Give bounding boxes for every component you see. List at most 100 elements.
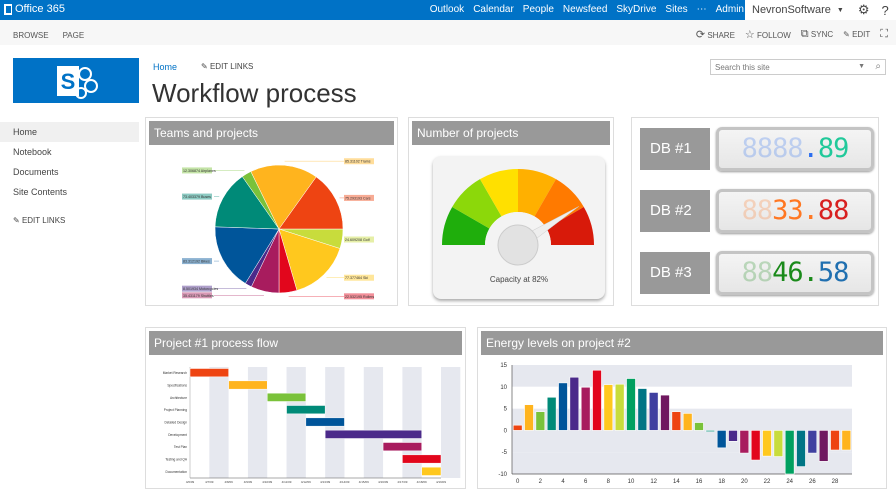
sharepoint-logo-icon: S	[57, 65, 98, 99]
y-tick-label: 15	[500, 363, 507, 369]
bar	[614, 383, 625, 431]
gantt-bar	[228, 380, 268, 390]
edit-button[interactable]: ✎ EDIT	[843, 30, 870, 39]
x-tick-label: 22	[764, 479, 771, 485]
y-tick-label: -5	[502, 450, 508, 456]
pie-label: 75.293193 Cars	[345, 196, 371, 200]
suite-link-2[interactable]: People	[523, 4, 554, 15]
site-logo[interactable]: S	[13, 58, 139, 103]
led-ghost-digits: 88	[741, 257, 774, 288]
nav-documents[interactable]: Documents	[0, 162, 139, 182]
svg-text:S: S	[61, 69, 76, 94]
bar	[818, 430, 829, 462]
ribbon: BROWSE PAGE ⟳ SHARE ☆ FOLLOW ⧉ SYNC ✎ EDI…	[0, 20, 896, 45]
x-tick-label: 4/16/09	[378, 480, 388, 484]
task-label: Testing and QA	[165, 458, 188, 462]
bar	[580, 386, 591, 431]
gantt-bar	[286, 405, 326, 415]
gear-icon[interactable]: ⚙	[858, 2, 870, 18]
bar	[603, 384, 614, 431]
chevron-down-icon: ▼	[836, 6, 844, 14]
pie-label: 85.31102 Trains	[345, 160, 371, 164]
user-menu[interactable]: NevronSoftware ▼ ⚙?	[745, 0, 896, 20]
webpart-process-flow: Project #1 process flow 4/6/09 4/7/09 4/8/…	[145, 327, 466, 489]
suite-link-5[interactable]: Sites	[665, 4, 687, 15]
focus-icon[interactable]: ⛶	[880, 28, 888, 41]
bar	[660, 394, 670, 431]
suite-link-1[interactable]: Calendar	[473, 4, 514, 15]
bar	[739, 430, 750, 454]
suite-link-0[interactable]: Outlook	[430, 4, 464, 15]
pencil-icon: ✎	[843, 30, 850, 39]
sync-button[interactable]: ⧉ SYNC	[801, 28, 833, 41]
sync-icon: ⧉	[800, 28, 809, 40]
pie-label: 35.431179 Shuttles	[183, 294, 214, 298]
pie-label: 8.501934 Motorcycles	[183, 287, 218, 291]
bar-chart: 151050-5-100 2 4 6 8 10 12 14 16 18 20 22 24 26 28	[498, 363, 852, 485]
gantt-bar	[266, 392, 307, 402]
share-icon: ⟳	[695, 29, 706, 41]
x-tick-label: 4/7/09	[205, 480, 214, 484]
bar	[750, 430, 761, 461]
bar	[524, 404, 534, 431]
help-icon[interactable]: ?	[881, 3, 888, 18]
nav-edit-links[interactable]: ✎ EDIT LINKS	[0, 211, 139, 231]
bar	[535, 411, 546, 431]
task-label: Documentation	[166, 470, 188, 474]
x-tick-label: 4/17/09	[397, 480, 407, 484]
search-input[interactable]: Search this site ▼ ⌕	[710, 59, 886, 75]
bar	[626, 378, 636, 431]
webpart-number-projects: Number of projects Capacity at 82%	[408, 117, 614, 306]
x-tick-label: 24	[786, 479, 793, 485]
gantt-chart: 4/6/09 4/7/09 4/8/09 4/9/09 4/10/09 4/11/09 4/…	[163, 367, 461, 484]
task-label: Development	[168, 433, 187, 437]
gantt-stripe	[209, 367, 229, 478]
bar	[512, 424, 523, 431]
suite-link-4[interactable]: SkyDrive	[616, 4, 656, 15]
tab-page[interactable]: PAGE	[63, 31, 85, 40]
share-button[interactable]: ⟳ SHARE	[696, 28, 735, 41]
task-label: Market Research	[163, 371, 187, 375]
bar	[728, 430, 738, 442]
search-icon[interactable]: ⌕	[875, 61, 881, 72]
x-tick-label: 4/8/09	[224, 480, 233, 484]
x-tick-label: 4/11/09	[282, 480, 292, 484]
nav-notebook[interactable]: Notebook	[0, 142, 139, 162]
bar	[705, 430, 716, 433]
x-tick-label: 4	[561, 479, 565, 485]
gantt-bar	[189, 368, 229, 378]
office365-logo[interactable]: Office 365	[4, 3, 65, 15]
bar	[569, 376, 580, 431]
nav-site-contents[interactable]: Site Contents	[0, 182, 139, 202]
nav-home[interactable]: Home	[0, 122, 139, 142]
suite-link-6[interactable]: ⋯	[697, 4, 707, 15]
gantt-bar	[421, 466, 442, 476]
x-tick-label: 20	[741, 479, 748, 485]
bar	[694, 422, 704, 431]
webpart-displays: DB #1 8888.89 DB #2 8833.88 DB #3 8846.58	[631, 117, 879, 306]
bar	[592, 369, 602, 431]
gantt-bar	[305, 417, 345, 427]
webpart-title: Teams and projects	[149, 121, 394, 145]
bar	[784, 430, 795, 475]
led-ghost-digits: 88	[741, 195, 774, 226]
task-label: Architecture	[170, 396, 187, 400]
tab-browse[interactable]: BROWSE	[13, 31, 49, 40]
page-title: Workflow process	[152, 78, 357, 108]
follow-button[interactable]: ☆ FOLLOW	[745, 28, 791, 41]
x-tick-label: 10	[628, 479, 635, 485]
chevron-down-icon[interactable]: ▼	[858, 63, 865, 70]
edit-links-button[interactable]: ✎ EDIT LINKS	[201, 62, 253, 72]
bar	[546, 396, 557, 431]
x-tick-label: 4/9/09	[244, 480, 253, 484]
bar	[762, 430, 772, 457]
breadcrumb-home[interactable]: Home	[153, 62, 177, 72]
pie-label: 77.377464 Ski	[345, 276, 368, 280]
pie-label: 83.312192 Bikes	[183, 260, 210, 264]
suite-link-3[interactable]: Newsfeed	[563, 4, 607, 15]
led-display: 8846.58	[716, 251, 874, 295]
bar	[807, 430, 818, 454]
gantt-stripe	[363, 367, 384, 478]
bar	[648, 392, 659, 431]
suite-link-7[interactable]: Admin	[716, 4, 744, 15]
